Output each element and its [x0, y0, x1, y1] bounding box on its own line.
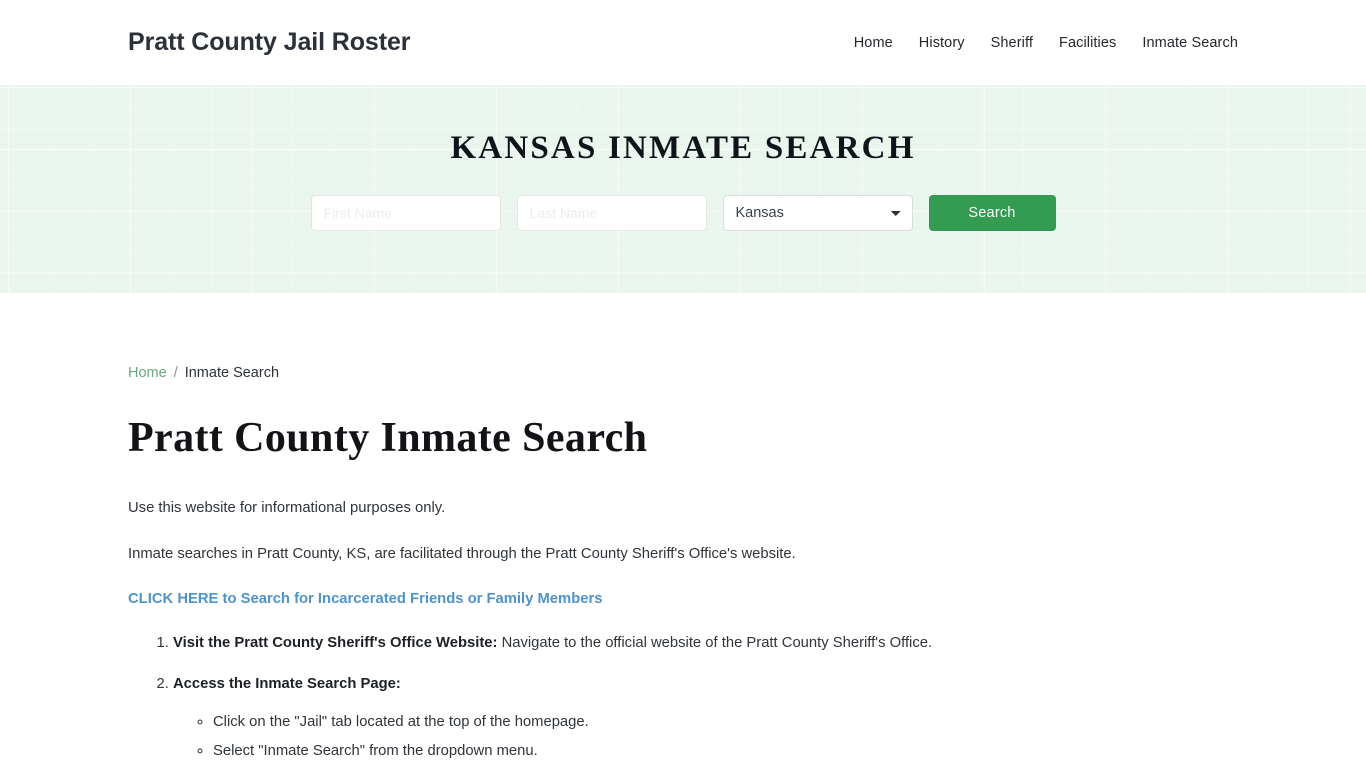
intro-paragraph-2: Inmate searches in Pratt County, KS, are…: [128, 545, 796, 562]
main-navigation: Home History Sheriff Facilities Inmate S…: [854, 35, 1238, 51]
step-item: Visit the Pratt County Sheriff's Office …: [173, 633, 1238, 654]
substep-item: Select "Inmate Search" from the dropdown…: [213, 741, 1238, 762]
breadcrumb-separator: /: [173, 365, 178, 381]
page-title: Pratt County Inmate Search: [128, 415, 648, 462]
search-button[interactable]: Search: [928, 195, 1056, 231]
nav-item-history[interactable]: History: [919, 35, 965, 51]
state-select[interactable]: Kansas: [722, 195, 913, 231]
inmate-search-form: Kansas Search: [310, 195, 1056, 231]
nav-item-home[interactable]: Home: [854, 35, 893, 51]
hero-search-section: Kansas Inmate Search Kansas Search: [0, 85, 1366, 293]
hero-title: Kansas Inmate Search: [450, 130, 916, 166]
breadcrumb-link-home[interactable]: Home: [128, 363, 167, 383]
step-item: Access the Inmate Search Page: Click on …: [173, 674, 1238, 762]
step-description: Navigate to the official website of the …: [497, 634, 933, 651]
last-name-input[interactable]: [516, 195, 707, 231]
breadcrumb: Home / Inmate Search: [128, 293, 1238, 383]
substep-list: Click on the "Jail" tab located at the t…: [173, 712, 1238, 763]
site-brand-logo[interactable]: Pratt County Jail Roster: [128, 28, 410, 57]
step-title: Access the Inmate Search Page:: [173, 676, 401, 693]
click-here-search-link[interactable]: CLICK HERE to Search for Incarcerated Fr…: [128, 591, 602, 607]
substep-item: Click on the "Jail" tab located at the t…: [213, 712, 1238, 733]
site-header: Pratt County Jail Roster Home History Sh…: [0, 0, 1366, 85]
first-name-input[interactable]: [310, 195, 501, 231]
main-content: Home / Inmate Search Pratt County Inmate…: [0, 293, 1366, 768]
nav-item-facilities[interactable]: Facilities: [1059, 35, 1116, 51]
breadcrumb-current-page: Inmate Search: [184, 365, 280, 381]
cta-paragraph: CLICK HERE to Search for Incarcerated Fr…: [128, 589, 1238, 610]
nav-item-inmate-search[interactable]: Inmate Search: [1142, 35, 1238, 51]
nav-item-sheriff[interactable]: Sheriff: [991, 35, 1033, 51]
intro-paragraph-1: Use this website for informational purpo…: [128, 500, 446, 517]
search-steps-list: Visit the Pratt County Sheriff's Office …: [128, 633, 1238, 768]
step-title: Visit the Pratt County Sheriff's Office …: [173, 634, 498, 651]
